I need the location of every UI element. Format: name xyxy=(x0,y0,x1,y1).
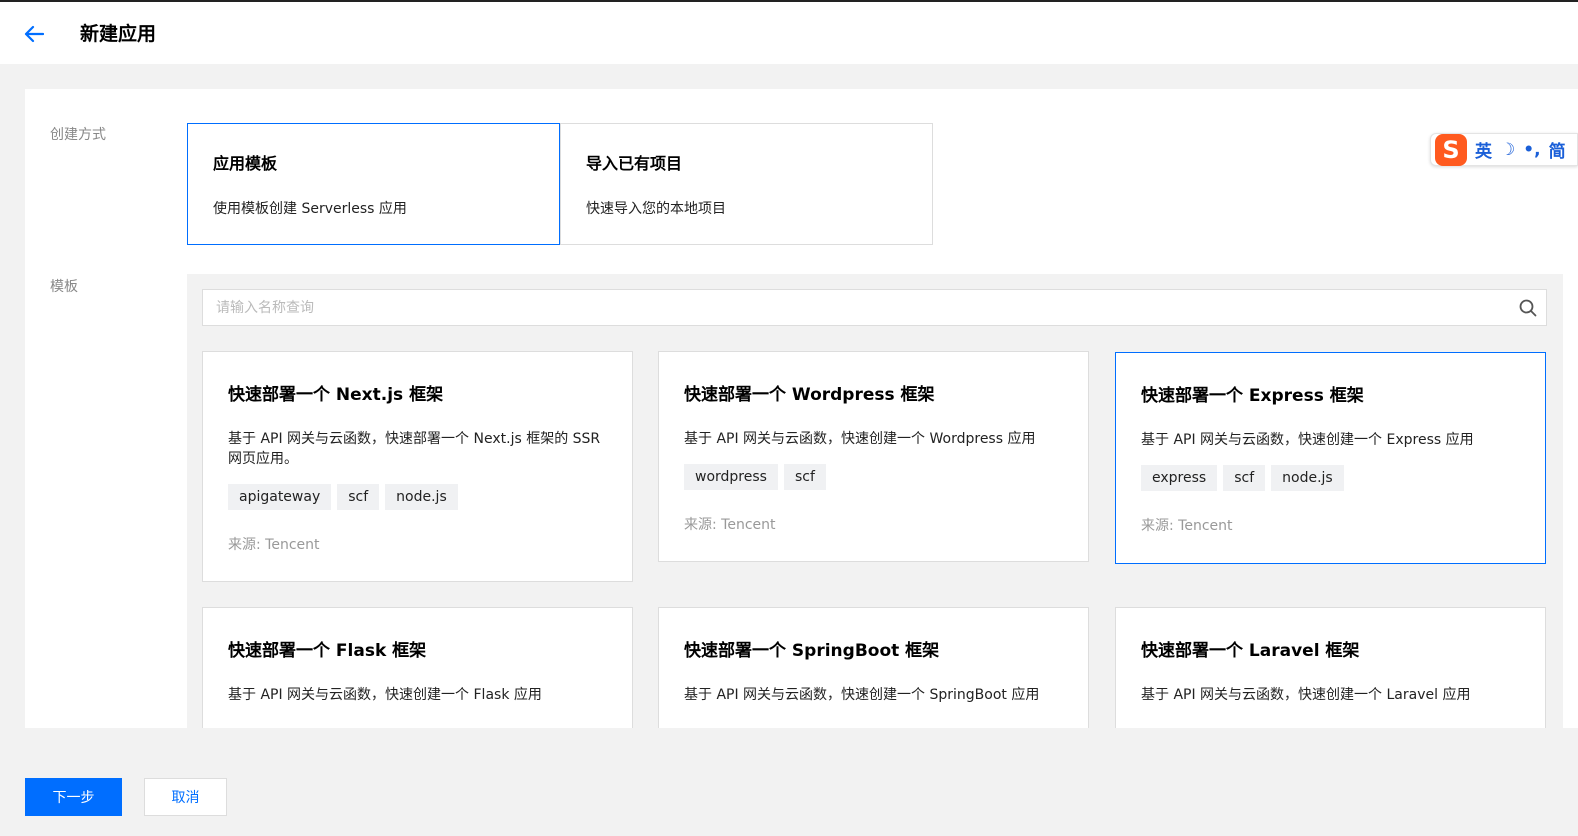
method-option-template[interactable]: 应用模板 使用模板创建 Serverless 应用 xyxy=(187,123,560,245)
arrow-left-icon xyxy=(24,25,44,43)
method-option-import[interactable]: 导入已有项目 快速导入您的本地项目 xyxy=(560,123,933,245)
tag: scf xyxy=(1223,465,1266,491)
punctuation-icon[interactable]: •, xyxy=(1523,140,1540,160)
template-desc: 基于 API 网关与云函数，快速创建一个 SpringBoot 应用 xyxy=(684,687,1040,703)
template-title: 快速部署一个 SpringBoot 框架 xyxy=(684,641,940,661)
template-card-laravel[interactable]: 快速部署一个 Laravel 框架 基于 API 网关与云函数，快速创建一个 L… xyxy=(1115,607,1546,728)
page-title: 新建应用 xyxy=(80,23,157,45)
template-title: 快速部署一个 Express 框架 xyxy=(1141,386,1364,406)
template-title: 快速部署一个 Wordpress 框架 xyxy=(684,385,935,405)
template-desc: 基于 API 网关与云函数，快速创建一个 Express 应用 xyxy=(1141,432,1474,448)
cancel-button[interactable]: 取消 xyxy=(144,778,227,816)
method-title: 导入已有项目 xyxy=(586,154,683,173)
template-card-nextjs[interactable]: 快速部署一个 Next.js 框架 基于 API 网关与云函数，快速部署一个 N… xyxy=(202,351,633,582)
tag: scf xyxy=(337,484,380,510)
template-title: 快速部署一个 Next.js 框架 xyxy=(228,385,444,405)
ime-toolbar[interactable]: S 英 ☽ •, 简 xyxy=(1430,133,1578,166)
search-icon[interactable] xyxy=(1519,299,1537,317)
method-title: 应用模板 xyxy=(213,154,278,173)
tag: scf xyxy=(783,464,826,490)
template-source: 来源: Tencent xyxy=(228,537,320,553)
template-desc: 基于 API 网关与云函数，快速创建一个 Laravel 应用 xyxy=(1141,687,1471,703)
form-panel: 创建方式 应用模板 使用模板创建 Serverless 应用 导入已有项目 快速… xyxy=(25,89,1578,728)
back-button[interactable] xyxy=(22,22,46,46)
template-list: 快速部署一个 Next.js 框架 基于 API 网关与云函数，快速部署一个 N… xyxy=(187,274,1563,728)
simplified-toggle[interactable]: 简 xyxy=(1549,137,1566,162)
template-desc: 基于 API 网关与云函数，快速部署一个 Next.js 框架的 SSR 网页应… xyxy=(228,431,601,467)
tag: node.js xyxy=(385,484,458,510)
template-card-flask[interactable]: 快速部署一个 Flask 框架 基于 API 网关与云函数，快速创建一个 Fla… xyxy=(202,607,633,728)
template-label: 模板 xyxy=(50,279,78,295)
create-method-label: 创建方式 xyxy=(50,127,106,143)
template-title: 快速部署一个 Laravel 框架 xyxy=(1141,641,1360,661)
next-button[interactable]: 下一步 xyxy=(25,778,122,816)
tag-list: apigateway scf node.js xyxy=(228,484,607,510)
tag: wordpress xyxy=(684,464,778,490)
template-source: 来源: Tencent xyxy=(684,517,776,533)
method-desc: 使用模板创建 Serverless 应用 xyxy=(213,201,407,217)
method-desc: 快速导入您的本地项目 xyxy=(586,201,726,217)
template-desc: 基于 API 网关与云函数，快速创建一个 Wordpress 应用 xyxy=(684,431,1036,447)
tag: node.js xyxy=(1271,465,1344,491)
template-title: 快速部署一个 Flask 框架 xyxy=(228,641,427,661)
template-card-express[interactable]: 快速部署一个 Express 框架 基于 API 网关与云函数，快速创建一个 E… xyxy=(1115,352,1546,564)
template-desc: 基于 API 网关与云函数，快速创建一个 Flask 应用 xyxy=(228,687,542,703)
sogou-logo-icon: S xyxy=(1435,133,1467,166)
search-input[interactable] xyxy=(203,290,1546,325)
template-source: 来源: Tencent xyxy=(1141,518,1233,534)
tag-list: express scf node.js xyxy=(1141,465,1520,491)
page-header: 新建应用 xyxy=(0,2,1578,64)
ime-mode-toggle[interactable]: 英 xyxy=(1475,137,1492,162)
moon-icon[interactable]: ☽ xyxy=(1500,140,1515,160)
tag: express xyxy=(1141,465,1218,491)
search-box xyxy=(202,289,1547,326)
tag-list: wordpress scf xyxy=(684,464,1063,490)
tag: apigateway xyxy=(228,484,332,510)
template-card-wordpress[interactable]: 快速部署一个 Wordpress 框架 基于 API 网关与云函数，快速创建一个… xyxy=(658,351,1089,562)
template-card-springboot[interactable]: 快速部署一个 SpringBoot 框架 基于 API 网关与云函数，快速创建一… xyxy=(658,607,1089,728)
